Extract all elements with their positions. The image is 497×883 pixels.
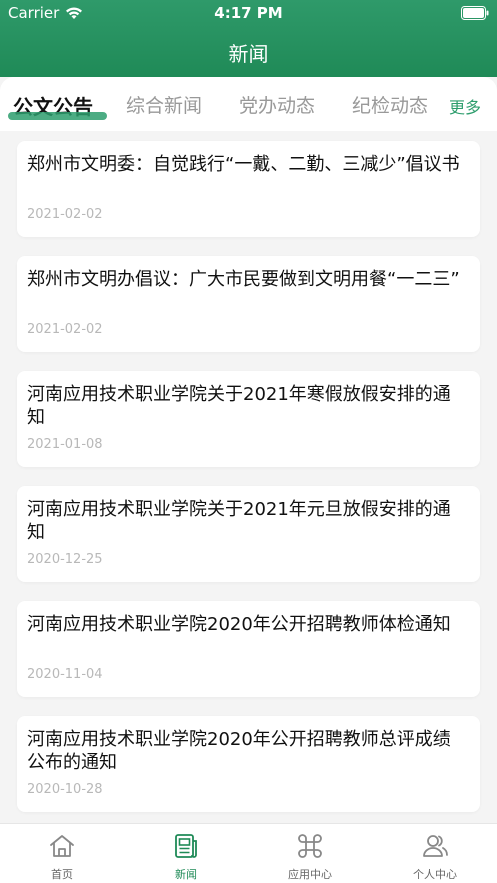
tab-party-office-news[interactable]: 党办动态	[239, 91, 315, 118]
news-card[interactable]: 河南应用技术职业学院关于2021年寒假放假安排的通知 2021-01-08	[17, 371, 480, 467]
news-title: 河南应用技术职业学院2020年公开招聘教师总评成绩公布的通知	[27, 729, 451, 773]
tabbar-label: 新闻	[175, 868, 197, 881]
news-date: 2021-02-02	[27, 207, 103, 222]
news-list: 郑州市文明委：自觉践行“一戴、二勤、三减少”倡议书 2021-02-02 郑州市…	[0, 131, 497, 823]
news-title: 郑州市文明办倡议：广大市民要做到文明用餐“一二三”	[27, 269, 460, 290]
news-card[interactable]: 河南应用技术职业学院2020年公开招聘教师总评成绩公布的通知 2020-10-2…	[17, 716, 480, 812]
command-icon	[298, 834, 322, 858]
news-icon	[175, 834, 197, 858]
page-title: 新闻	[228, 42, 269, 66]
news-date: 2020-10-28	[27, 782, 103, 797]
news-date: 2020-11-04	[27, 667, 103, 682]
more-button[interactable]: 更多	[449, 94, 481, 118]
news-title: 河南应用技术职业学院2020年公开招聘教师体检通知	[27, 614, 451, 635]
header: Carrier 4:17 PM 新闻	[0, 0, 497, 77]
category-tabs: 公文公告 综合新闻 党办动态 纪检动态	[0, 77, 497, 131]
tabbar-label: 首页	[51, 868, 73, 881]
tabbar-label: 个人中心	[413, 868, 457, 881]
tabbar-home[interactable]: 首页	[0, 824, 124, 883]
news-card[interactable]: 河南应用技术职业学院2020年公开招聘教师体检通知 2020-11-04	[17, 601, 480, 697]
news-title: 河南应用技术职业学院关于2021年寒假放假安排的通知	[27, 384, 451, 428]
news-date: 2021-02-02	[27, 322, 103, 337]
status-bar: Carrier 4:17 PM	[0, 0, 497, 26]
battery-icon	[461, 6, 489, 20]
tabbar-label: 应用中心	[288, 868, 332, 881]
clock: 4:17 PM	[214, 4, 283, 22]
news-date: 2021-01-08	[27, 437, 103, 452]
news-title: 河南应用技术职业学院关于2021年元旦放假安排的通知	[27, 499, 451, 543]
bottom-tab-bar: 首页 新闻 应用中心 个人中心	[0, 823, 497, 883]
tabbar-app-center[interactable]: 应用中心	[248, 824, 372, 883]
news-date: 2020-12-25	[27, 552, 103, 567]
active-tab-indicator	[8, 112, 107, 120]
person-icon	[423, 835, 448, 857]
tab-discipline-news[interactable]: 纪检动态	[352, 91, 428, 118]
news-card[interactable]: 郑州市文明办倡议：广大市民要做到文明用餐“一二三” 2021-02-02	[17, 256, 480, 352]
news-title: 郑州市文明委：自觉践行“一戴、二勤、三减少”倡议书	[27, 154, 460, 175]
news-card[interactable]: 郑州市文明委：自觉践行“一戴、二勤、三减少”倡议书 2021-02-02	[17, 141, 480, 237]
home-icon	[50, 835, 74, 857]
tabbar-news[interactable]: 新闻	[124, 824, 248, 883]
tab-general-news[interactable]: 综合新闻	[126, 91, 202, 118]
news-card[interactable]: 河南应用技术职业学院关于2021年元旦放假安排的通知 2020-12-25	[17, 486, 480, 582]
tabbar-profile[interactable]: 个人中心	[373, 824, 497, 883]
